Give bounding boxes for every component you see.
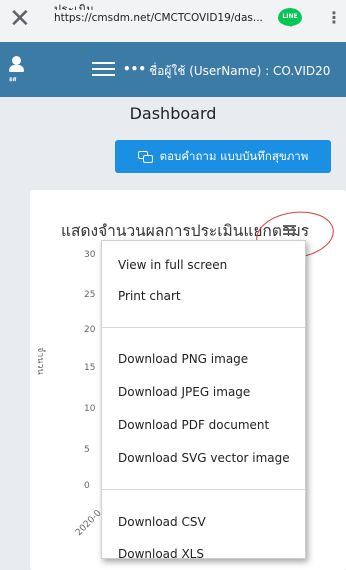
menu-separator [102, 489, 305, 490]
menu-item-view-full-screen[interactable]: View in full screen [118, 258, 227, 272]
y-tick-label: 0 [84, 481, 90, 491]
username-label: ชื่อผู้ใช้ (UserName) : CO.VID20 [149, 64, 331, 78]
page-title: Dashboard [129, 104, 217, 123]
hamburger-menu-icon[interactable] [92, 62, 115, 77]
y-tick-label: 10 [84, 404, 96, 414]
menu-item-download-csv[interactable]: Download CSV [118, 515, 206, 529]
y-tick-label: 15 [84, 363, 96, 373]
menu-item-download-jpeg[interactable]: Download JPEG image [118, 385, 250, 399]
line-app-icon[interactable]: LINE [278, 8, 302, 27]
site-title: ประเมิน [54, 3, 95, 10]
menu-item-download-svg[interactable]: Download SVG vector image [118, 451, 290, 465]
y-tick-label: 20 [84, 325, 96, 335]
chat-icon [137, 151, 153, 163]
health-survey-button-label: ตอบคำถาม แบบบันทึกสุขภาพ [159, 148, 309, 163]
avatar-label: อส [9, 76, 17, 83]
browser-menu-icon[interactable]: ⋮ [326, 10, 342, 26]
url-text[interactable]: https://cmsdm.net/CMCTCOVID19/das... [54, 12, 263, 24]
menu-item-download-pdf[interactable]: Download PDF document [118, 418, 269, 432]
menu-separator [102, 327, 305, 328]
line-icon-label: LINE [282, 13, 298, 20]
chart-export-menu: View in full screen Print chart Download… [101, 240, 306, 559]
y-tick-label: 5 [84, 445, 90, 455]
y-tick-label: 30 [84, 250, 96, 260]
app-navbar: อส ••• ชื่อผู้ใช้ (UserName) : CO.VID20 [0, 42, 346, 97]
browser-url-bar: ✕ ประเมิน https://cmsdm.net/CMCTCOVID19/… [0, 0, 346, 43]
health-survey-button[interactable]: ตอบคำถาม แบบบันทึกสุขภาพ [115, 140, 331, 173]
close-tab-icon[interactable]: ✕ [9, 4, 31, 34]
menu-item-print-chart[interactable]: Print chart [118, 289, 181, 303]
y-axis-title: จำนวน [35, 347, 45, 375]
more-dots-icon[interactable]: ••• [123, 62, 146, 76]
menu-item-download-xls[interactable]: Download XLS [118, 547, 204, 558]
menu-item-download-png[interactable]: Download PNG image [118, 352, 248, 366]
user-avatar-icon[interactable]: อส [8, 54, 26, 83]
y-tick-label: 25 [84, 290, 96, 300]
